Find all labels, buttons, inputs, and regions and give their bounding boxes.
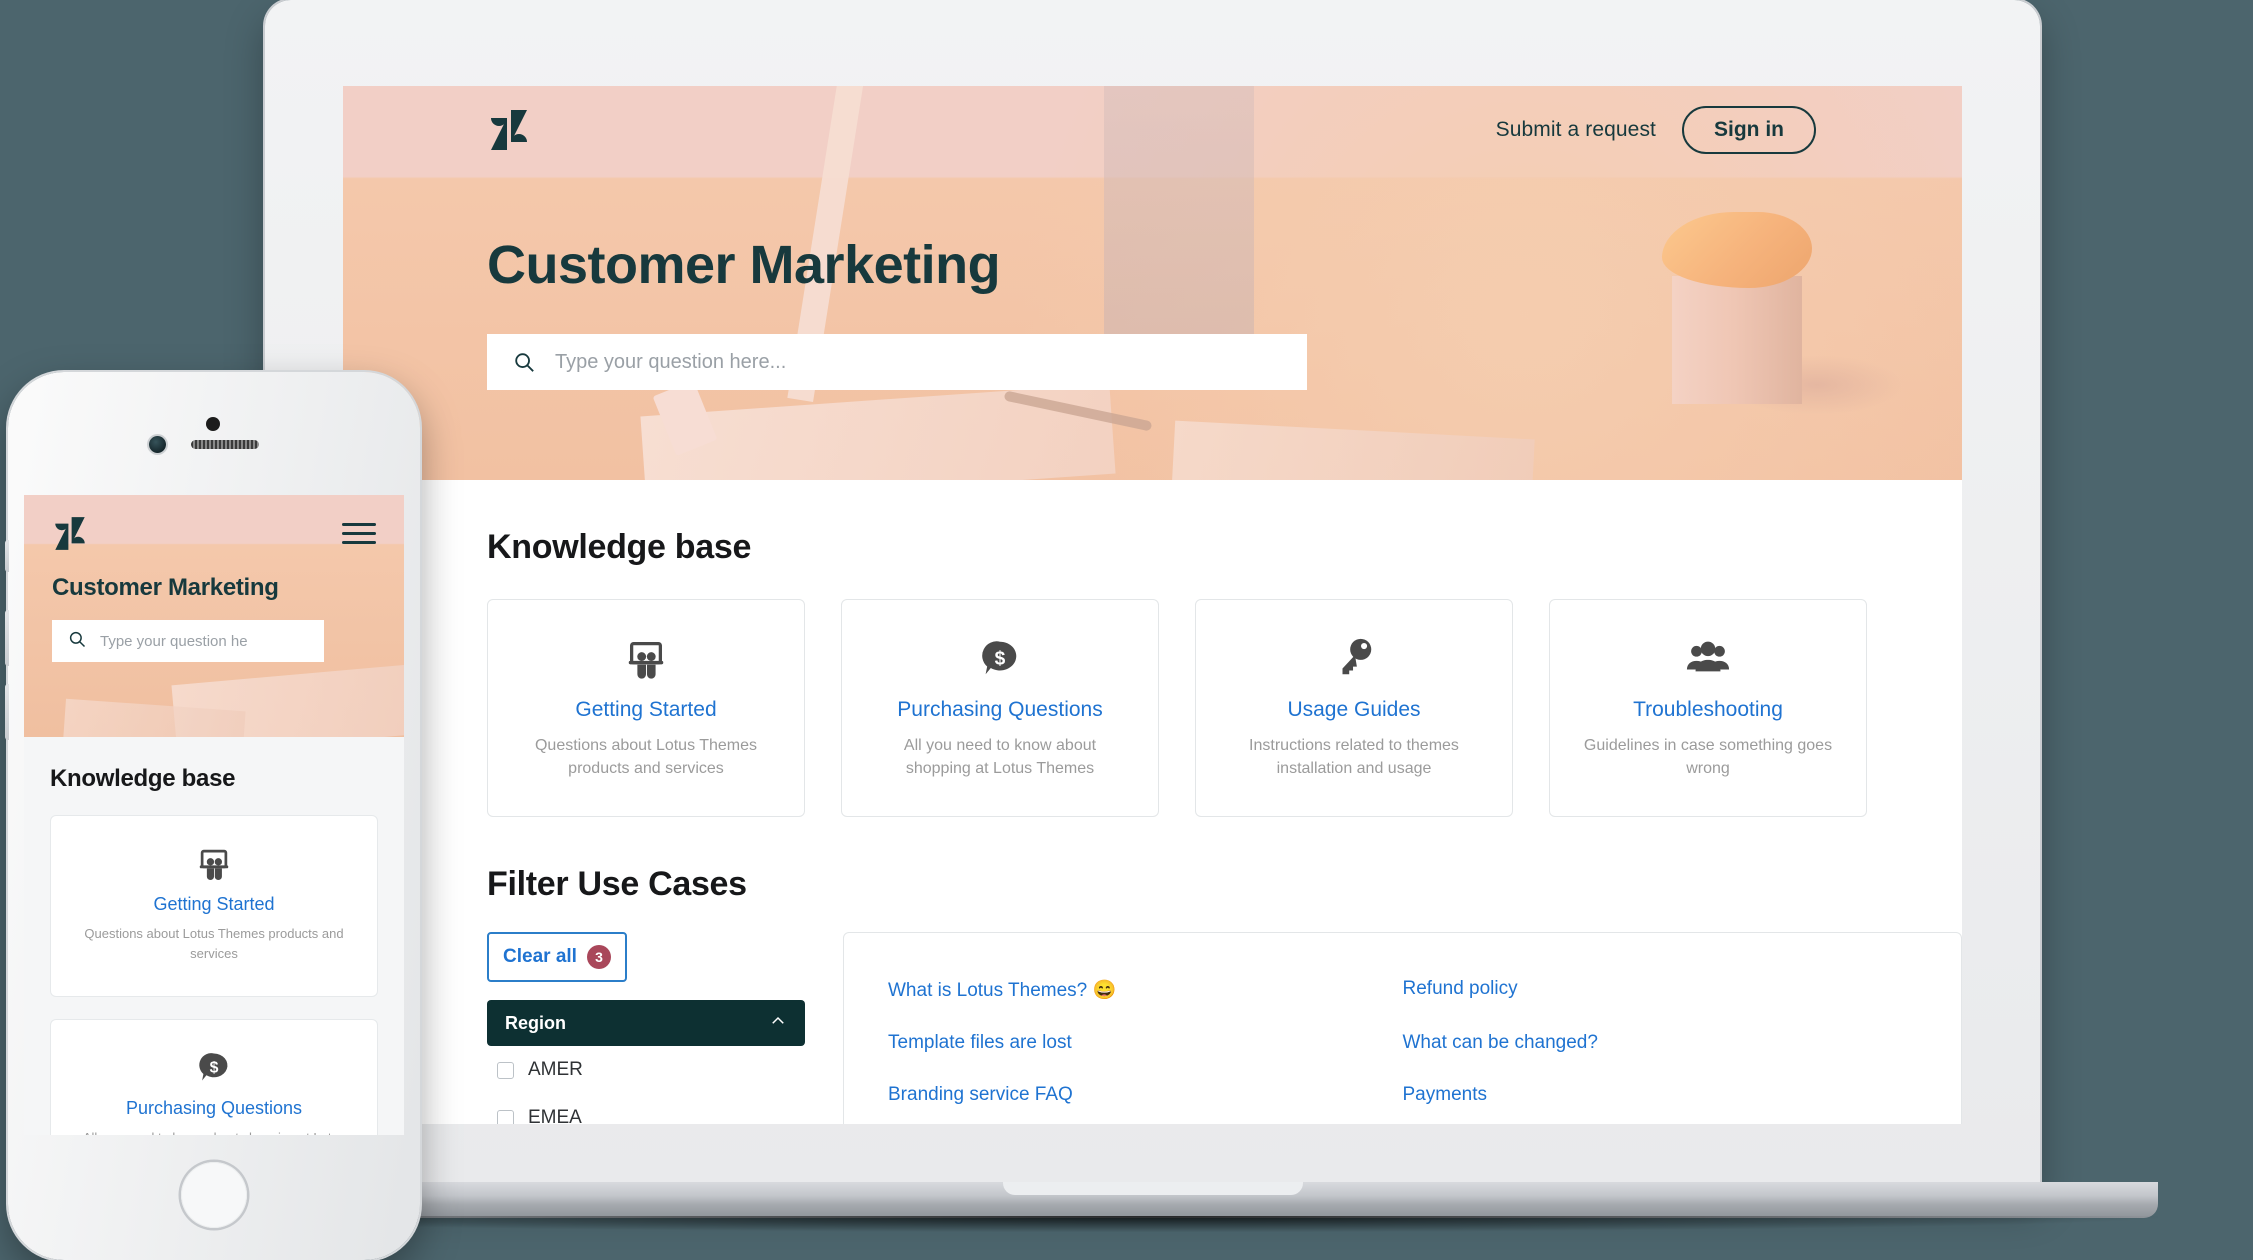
- mobile-kb-card-purchasing-questions[interactable]: $ Purchasing Questions All you need to k…: [50, 1019, 378, 1135]
- zendesk-logo-icon[interactable]: [487, 110, 531, 150]
- mobile-knowledge-base-heading: Knowledge base: [50, 765, 236, 792]
- knowledge-base-card-grid: Getting Started Questions about Lotus Th…: [487, 599, 1962, 817]
- desktop-main-content: Knowledge base Getting Started Questions…: [343, 480, 1962, 1124]
- clear-all-button[interactable]: Clear all 3: [487, 932, 627, 982]
- phone-home-button[interactable]: [181, 1162, 247, 1228]
- use-case-link[interactable]: Wrong email address: [888, 1121, 1403, 1124]
- kb-card-title: Usage Guides: [1287, 698, 1421, 721]
- laptop-base: [147, 1182, 2158, 1218]
- facet-option-label: AMER: [528, 1059, 583, 1080]
- facet-option-emea[interactable]: EMEA: [487, 1094, 805, 1124]
- kb-card-purchasing-questions[interactable]: $ Purchasing Questions All you need to k…: [841, 599, 1159, 817]
- use-case-link[interactable]: What can be changed?: [1403, 1017, 1918, 1069]
- use-case-link[interactable]: Template files are lost: [888, 1017, 1403, 1069]
- sign-in-button[interactable]: Sign in: [1682, 106, 1816, 154]
- hamburger-bar: [342, 541, 376, 544]
- kb-card-getting-started[interactable]: Getting Started Questions about Lotus Th…: [487, 599, 805, 817]
- mobile-main-content: Knowledge base Getting Started Questions…: [24, 737, 404, 1135]
- facet-header-region[interactable]: Region: [487, 1000, 805, 1046]
- mobile-hero-banner: Customer Marketing Type your question he: [24, 495, 404, 737]
- presentation-people-icon: [195, 842, 233, 884]
- hero-art-paper-right: [1171, 420, 1535, 480]
- laptop-shadow: [147, 1216, 2158, 1232]
- phone-earpiece-speaker: [191, 440, 259, 449]
- use-case-link[interactable]: Branding service FAQ: [888, 1069, 1403, 1121]
- filter-section: Clear all 3 Region AMER EMEA What is Lot…: [487, 932, 1962, 1124]
- mobile-search-placeholder: Type your question he: [100, 632, 248, 650]
- use-case-link[interactable]: What is Lotus Themes? 😄: [888, 963, 1403, 1017]
- people-group-icon: [1685, 632, 1731, 684]
- phone-silent-switch: [5, 540, 9, 572]
- clear-all-count-badge: 3: [586, 945, 611, 969]
- kb-card-description: Instructions related to themes installat…: [1249, 737, 1459, 778]
- checkbox-icon[interactable]: [497, 1109, 514, 1124]
- use-case-link[interactable]: TC: [1403, 1121, 1918, 1124]
- phone-volume-down-button: [5, 684, 9, 740]
- mobile-viewport: Customer Marketing Type your question he…: [24, 495, 404, 1135]
- svg-text:$: $: [210, 1060, 219, 1077]
- mockup-stage: Submit a request Sign in Customer Market…: [0, 0, 2253, 1260]
- filter-sidebar: Clear all 3 Region AMER EMEA: [487, 932, 805, 1124]
- filter-use-cases-heading: Filter Use Cases: [487, 865, 747, 903]
- kb-card-troubleshooting[interactable]: Troubleshooting Guidelines in case somet…: [1549, 599, 1867, 817]
- desktop-header-bar: Submit a request Sign in: [343, 86, 1962, 174]
- hamburger-menu-icon[interactable]: [342, 517, 376, 550]
- desktop-hero-banner: Submit a request Sign in Customer Market…: [343, 86, 1962, 480]
- facet-option-amer[interactable]: AMER: [487, 1046, 805, 1094]
- search-icon: [513, 351, 535, 373]
- svg-text:$: $: [995, 649, 1006, 670]
- mobile-kb-card-title: Purchasing Questions: [125, 1098, 303, 1118]
- search-input-placeholder: Type your question here...: [555, 350, 787, 373]
- mobile-kb-card-getting-started[interactable]: Getting Started Questions about Lotus Th…: [50, 815, 378, 997]
- zendesk-logo-icon[interactable]: [52, 517, 88, 550]
- checkbox-icon[interactable]: [497, 1061, 514, 1079]
- mobile-kb-card-description: All you need to know about shopping at L…: [74, 1128, 354, 1135]
- desktop-browser-viewport: Submit a request Sign in Customer Market…: [343, 86, 1962, 1124]
- phone-proximity-sensor: [206, 417, 220, 431]
- phone-volume-up-button: [5, 610, 9, 666]
- page-title: Customer Marketing: [487, 235, 1001, 295]
- key-icon: [1331, 632, 1377, 684]
- mobile-kb-card-title: Getting Started: [153, 894, 275, 914]
- facet-label: Region: [505, 1012, 566, 1033]
- dollar-speech-bubble-icon: $: [195, 1046, 233, 1088]
- use-case-link[interactable]: Payments: [1403, 1069, 1918, 1121]
- hamburger-bar: [342, 532, 376, 535]
- presentation-people-icon: [623, 632, 669, 684]
- kb-card-title: Getting Started: [575, 698, 717, 721]
- facet-option-label: EMEA: [528, 1107, 582, 1124]
- kb-card-title: Troubleshooting: [1633, 698, 1783, 721]
- kb-card-description: Guidelines in case something goes wrong: [1583, 737, 1833, 778]
- desktop-search-box[interactable]: Type your question here...: [487, 334, 1307, 390]
- mobile-kb-card-description: Questions about Lotus Themes products an…: [84, 926, 344, 961]
- clear-all-label: Clear all: [503, 946, 577, 967]
- laptop-mockup: Submit a request Sign in Customer Market…: [147, 0, 2158, 1232]
- use-cases-panel: What is Lotus Themes? 😄 Refund policy Te…: [843, 932, 1962, 1124]
- kb-card-usage-guides[interactable]: Usage Guides Instructions related to the…: [1195, 599, 1513, 817]
- desktop-header-actions: Submit a request Sign in: [1496, 106, 1816, 154]
- search-icon: [68, 630, 86, 653]
- chevron-up-icon: [769, 1012, 787, 1035]
- kb-card-title: Purchasing Questions: [897, 698, 1103, 721]
- submit-request-link[interactable]: Submit a request: [1496, 118, 1656, 142]
- kb-card-description: All you need to know about shopping at L…: [903, 737, 1097, 778]
- mobile-header-bar: [24, 495, 404, 550]
- dollar-speech-bubble-icon: $: [977, 632, 1023, 684]
- phone-front-camera: [149, 436, 166, 453]
- kb-card-description: Questions about Lotus Themes products an…: [534, 737, 758, 778]
- mobile-page-title: Customer Marketing: [52, 574, 279, 601]
- phone-mockup: Customer Marketing Type your question he…: [5, 372, 420, 1260]
- hamburger-bar: [342, 523, 376, 526]
- use-case-link[interactable]: Refund policy: [1403, 963, 1918, 1017]
- mobile-search-box[interactable]: Type your question he: [52, 620, 324, 662]
- knowledge-base-heading: Knowledge base: [487, 528, 752, 566]
